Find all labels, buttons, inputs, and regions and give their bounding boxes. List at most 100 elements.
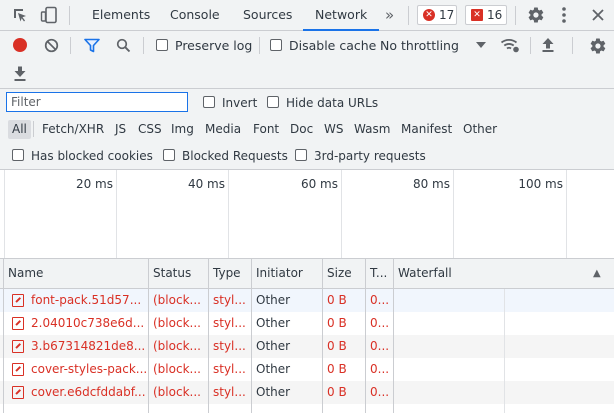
- toolbar-divider: [70, 37, 71, 54]
- export-har-download-icon[interactable]: [13, 66, 27, 82]
- has-blocked-cookies-checkbox[interactable]: [12, 149, 24, 161]
- error-icon: ✕: [423, 9, 435, 21]
- toolbar-divider: [530, 37, 531, 54]
- type-filter-media[interactable]: Media: [205, 120, 241, 139]
- sort-ascending-icon[interactable]: ▲: [588, 259, 608, 288]
- cell-time: 0...: [370, 362, 390, 376]
- filter-funnel-icon[interactable]: [84, 38, 100, 53]
- issues-badge[interactable]: ✕ 16: [465, 5, 507, 25]
- column-header-status[interactable]: Status: [148, 259, 208, 288]
- close-devtools-icon[interactable]: [591, 8, 605, 22]
- inspect-element-icon[interactable]: [12, 7, 28, 23]
- search-icon[interactable]: [116, 38, 131, 53]
- column-header-name[interactable]: Name: [3, 259, 148, 288]
- stylesheet-file-icon: [12, 386, 24, 399]
- cell-initiator: Other: [256, 385, 291, 399]
- has-blocked-cookies-label: Has blocked cookies: [31, 149, 153, 163]
- blocked-requests-checkbox[interactable]: [163, 149, 175, 161]
- type-filter-other[interactable]: Other: [463, 120, 497, 139]
- column-header-waterfall[interactable]: Waterfall: [393, 259, 593, 288]
- overview-tick-label: 20 ms: [75, 177, 113, 191]
- request-row[interactable]: 3.b67314821de8... (block... styl... Other 0 …: [0, 335, 614, 358]
- type-filter-doc[interactable]: Doc: [290, 120, 313, 139]
- column-divider[interactable]: [251, 259, 252, 413]
- clear-icon[interactable]: [44, 38, 59, 53]
- column-header-time[interactable]: T...: [365, 259, 393, 288]
- cell-type: styl...: [213, 362, 246, 376]
- hide-data-urls-checkbox[interactable]: [267, 96, 279, 108]
- type-filter-manifest[interactable]: Manifest: [401, 120, 452, 139]
- stylesheet-file-icon: [12, 317, 24, 330]
- settings-gear-icon[interactable]: [527, 6, 545, 24]
- type-filter-font[interactable]: Font: [253, 120, 279, 139]
- throttling-select[interactable]: No throttling: [380, 36, 488, 55]
- cell-type: styl...: [213, 293, 246, 307]
- preserve-log-checkbox[interactable]: [156, 39, 168, 51]
- third-party-requests-checkbox[interactable]: [295, 149, 307, 161]
- cell-status: (block...: [153, 293, 201, 307]
- overview-tick-label: 60 ms: [300, 177, 338, 191]
- column-header-size[interactable]: Size: [322, 259, 365, 288]
- blocked-filter-row: Has blocked cookies Blocked Requests 3rd…: [0, 141, 614, 169]
- record-icon[interactable]: [13, 38, 27, 52]
- tab-console[interactable]: Console: [170, 0, 220, 30]
- cell-size: 0 B: [327, 385, 347, 399]
- column-divider[interactable]: [322, 259, 323, 413]
- dropdown-arrow-icon: [476, 42, 486, 48]
- disable-cache-checkbox[interactable]: [270, 39, 282, 51]
- invert-label: Invert: [222, 96, 258, 110]
- request-row[interactable]: 2.04010c738e6d... (block... styl... Other 0 …: [0, 312, 614, 335]
- throttling-value: No throttling: [380, 38, 459, 53]
- more-tabs-button[interactable]: »: [385, 0, 394, 30]
- type-filter-all[interactable]: All: [8, 120, 31, 139]
- toolbar-divider: [408, 6, 409, 25]
- invert-checkbox[interactable]: [203, 96, 215, 108]
- filter-input[interactable]: [6, 92, 188, 112]
- type-filter-fetch-xhr[interactable]: Fetch/XHR: [42, 120, 104, 139]
- import-har-upload-icon[interactable]: [541, 37, 555, 53]
- request-row[interactable]: cover-styles-pack... (block... styl... Othe…: [0, 358, 614, 381]
- type-filter-wasm[interactable]: Wasm: [354, 120, 390, 139]
- device-toolbar-icon[interactable]: [40, 6, 58, 24]
- tab-elements[interactable]: Elements: [92, 0, 150, 30]
- network-overview-timeline[interactable]: 20 ms 40 ms 60 ms 80 ms 100 ms: [0, 169, 614, 259]
- network-settings-gear-icon[interactable]: [589, 37, 607, 55]
- resource-type-filter: All Fetch/XHR JS CSS Img Media Font Doc …: [0, 117, 614, 141]
- stylesheet-file-icon: [12, 294, 24, 307]
- tab-sources[interactable]: Sources: [243, 0, 292, 30]
- type-filter-img[interactable]: Img: [171, 120, 194, 139]
- cell-time: 0...: [370, 293, 390, 307]
- column-divider[interactable]: [148, 259, 149, 413]
- stylesheet-file-icon: [12, 363, 24, 376]
- more-options-icon[interactable]: [560, 6, 568, 24]
- overview-gridline: [4, 170, 5, 258]
- cell-type: styl...: [213, 316, 246, 330]
- type-filter-css[interactable]: CSS: [138, 120, 162, 139]
- column-divider[interactable]: [208, 259, 209, 413]
- column-header-type[interactable]: Type: [208, 259, 251, 288]
- stylesheet-file-icon: [12, 340, 24, 353]
- column-divider[interactable]: [393, 259, 394, 413]
- cell-type: styl...: [213, 339, 246, 353]
- request-row[interactable]: cover.e6dcfddabf... (block... styl... Other…: [0, 381, 614, 404]
- errors-count: 17: [439, 8, 455, 22]
- cell-time: 0...: [370, 339, 390, 353]
- waterfall-gridline: [504, 289, 505, 413]
- request-row[interactable]: font-pack.51d57... (block... styl... Other 0…: [0, 289, 614, 312]
- cell-name: font-pack.51d57...: [31, 293, 142, 307]
- column-header-initiator[interactable]: Initiator: [251, 259, 322, 288]
- network-conditions-wifi-icon[interactable]: [500, 37, 520, 53]
- overview-tick-label: 80 ms: [412, 177, 450, 191]
- errors-badge[interactable]: ✕ 17: [417, 5, 457, 25]
- blocked-requests-label: Blocked Requests: [182, 149, 288, 163]
- issues-count: 16: [487, 8, 503, 22]
- type-filter-ws[interactable]: WS: [324, 120, 343, 139]
- tab-network[interactable]: Network: [302, 0, 380, 31]
- network-toolbar: Preserve log Disable cache No throttling: [0, 31, 614, 89]
- cell-size: 0 B: [327, 316, 347, 330]
- column-divider[interactable]: [365, 259, 366, 413]
- cell-initiator: Other: [256, 316, 291, 330]
- cell-status: (block...: [153, 362, 201, 376]
- type-filter-js[interactable]: JS: [115, 120, 126, 139]
- overview-tick-label: 40 ms: [187, 177, 225, 191]
